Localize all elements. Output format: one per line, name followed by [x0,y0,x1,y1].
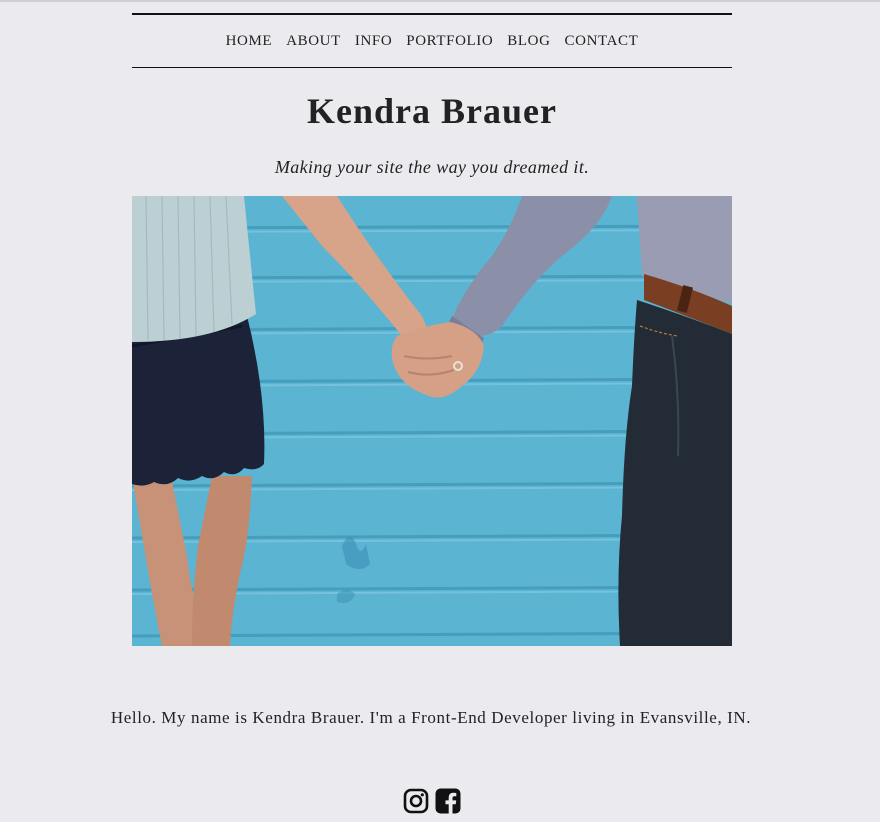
facebook-icon[interactable] [435,788,461,814]
nav-item-portfolio[interactable]: PORTFOLIO [406,33,493,50]
intro-text: Hello. My name is Kendra Brauer. I'm a F… [110,708,752,727]
site-title: Kendra Brauer [307,91,557,131]
nav-item-home[interactable]: HOME [226,33,273,50]
browser-top-edge [0,0,880,2]
nav-item-about[interactable]: ABOUT [286,33,341,50]
hero-image [132,196,732,646]
site-tagline: Making your site the way you dreamed it. [274,157,590,177]
main-nav: HOME ABOUT INFO PORTFOLIO BLOG CONTACT [132,13,732,68]
instagram-icon[interactable] [403,788,429,814]
nav-item-info[interactable]: INFO [355,33,392,50]
nav-item-contact[interactable]: CONTACT [565,33,639,50]
nav-item-blog[interactable]: BLOG [507,33,550,50]
social-links [403,788,461,814]
